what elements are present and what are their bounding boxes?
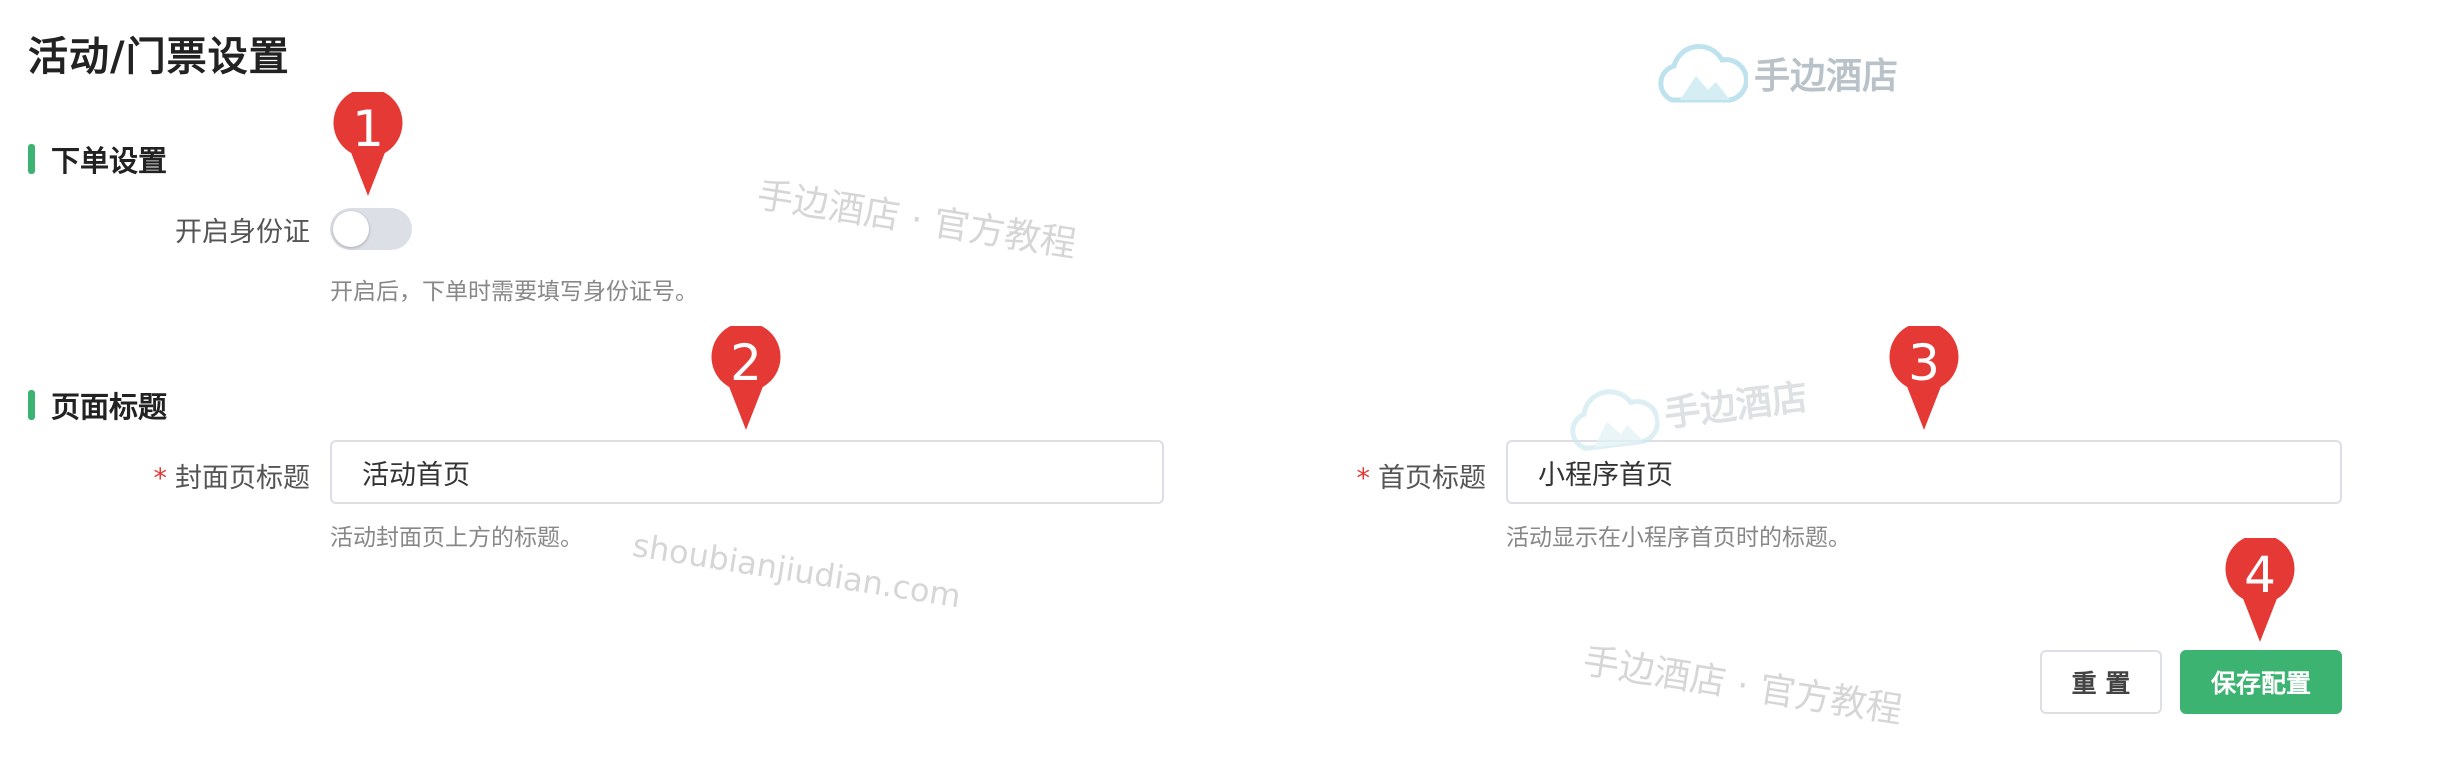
cover-title-label: * 封面页标题: [154, 456, 311, 495]
home-title-input[interactable]: [1506, 440, 2342, 504]
cover-title-input[interactable]: [330, 440, 1164, 504]
home-title-label-text: 首页标题: [1378, 463, 1486, 494]
callout-number: 3: [1908, 334, 1940, 392]
section-accent-bar: [28, 144, 35, 174]
callout-number: 2: [730, 334, 762, 392]
save-config-button[interactable]: 保存配置: [2180, 650, 2342, 714]
id-verify-toggle[interactable]: [330, 208, 412, 250]
toggle-knob: [333, 211, 369, 247]
brand-watermark-logo: 手边酒店: [1652, 40, 1898, 106]
required-mark: *: [1356, 463, 1371, 494]
id-verify-hint: 开启后，下单时需要填写身份证号。: [330, 279, 698, 305]
cover-title-label-text: 封面页标题: [175, 463, 310, 494]
brand-watermark-text: 手边酒店: [1662, 377, 1811, 436]
callout-number: 4: [2244, 546, 2276, 604]
cloud-logo-icon: [1570, 389, 1661, 451]
callout-marker-3: 3: [1886, 326, 1962, 436]
home-title-label: * 首页标题: [1357, 456, 1487, 495]
callout-marker-1: 1: [330, 92, 406, 202]
page-title: 活动/门票设置: [28, 34, 290, 80]
callout-number: 1: [352, 100, 384, 158]
callout-marker-2: 2: [708, 326, 784, 436]
section-heading: 下单设置: [51, 144, 168, 178]
tutorial-watermark: 手边酒店 · 官方教程: [1580, 640, 1905, 732]
cloud-logo-icon: [1658, 43, 1748, 103]
section-order-settings: 下单设置: [28, 138, 167, 180]
section-heading: 页面标题: [51, 390, 168, 424]
callout-marker-4: 4: [2222, 538, 2298, 648]
required-mark: *: [153, 463, 168, 494]
home-title-hint: 活动显示在小程序首页时的标题。: [1506, 525, 1851, 551]
brand-watermark-text: 手边酒店: [1754, 56, 1899, 97]
cover-title-hint: 活动封面页上方的标题。: [330, 525, 583, 551]
id-verify-label: 开启身份证: [175, 217, 310, 248]
section-page-title: 页面标题: [28, 384, 167, 426]
reset-button[interactable]: 重 置: [2040, 650, 2162, 714]
domain-watermark: shoubianjiudian.com: [630, 526, 964, 616]
tutorial-watermark: 手边酒店 · 官方教程: [754, 174, 1079, 266]
section-accent-bar: [28, 390, 35, 420]
